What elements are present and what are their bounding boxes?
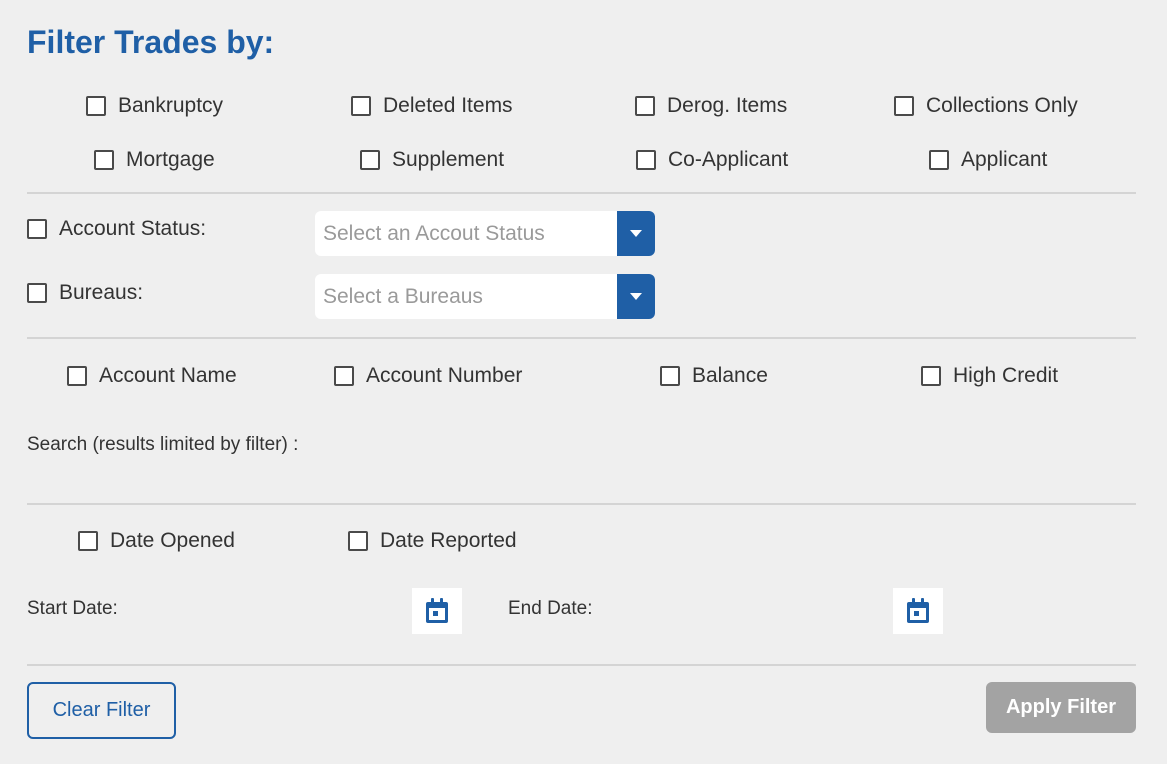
checkbox-mortgage[interactable]: Mortgage [94,146,215,174]
checkbox-date-opened[interactable]: Date Opened [78,527,235,555]
checkbox-collections-only[interactable]: Collections Only [894,92,1078,120]
checkbox-applicant[interactable]: Applicant [929,146,1047,174]
checkbox-label: Account Status: [59,217,207,240]
checkbox-box[interactable] [635,96,655,116]
checkbox-bankruptcy[interactable]: Bankruptcy [86,92,223,120]
checkbox-label: Applicant [961,148,1048,171]
divider [27,503,1136,505]
checkbox-box[interactable] [86,96,106,116]
checkbox-box[interactable] [929,150,949,170]
checkbox-label: Deleted Items [383,94,513,117]
checkbox-balance[interactable]: Balance [660,362,768,390]
checkbox-label: Collections Only [926,94,1078,117]
checkbox-deleted-items[interactable]: Deleted Items [351,92,513,120]
dropdown-arrow[interactable] [617,211,655,256]
checkbox-label: Bankruptcy [118,94,224,117]
checkbox-label: Account Number [366,364,523,387]
divider [27,664,1136,666]
checkbox-bureaus[interactable]: Bureaus: [27,279,143,307]
select-placeholder: Select a Bureaus [323,284,483,308]
checkbox-box[interactable] [660,366,680,386]
checkbox-label: Date Opened [110,529,235,552]
checkbox-label: Date Reported [380,529,517,552]
checkbox-account-number[interactable]: Account Number [334,362,522,390]
chevron-down-icon [630,293,642,300]
checkbox-box[interactable] [360,150,380,170]
checkbox-supplement[interactable]: Supplement [360,146,504,174]
page-title: Filter Trades by: [27,24,275,60]
select-placeholder: Select an Accout Status [323,221,545,245]
checkbox-label: Derog. Items [667,94,788,117]
checkbox-box[interactable] [27,283,47,303]
divider [27,192,1136,194]
checkbox-box[interactable] [348,531,368,551]
account-status-select[interactable]: Select an Accout Status [315,211,655,256]
start-date-calendar-button[interactable] [412,588,462,634]
checkbox-account-status[interactable]: Account Status: [27,215,206,243]
divider [27,337,1136,339]
checkbox-box[interactable] [94,150,114,170]
checkbox-co-applicant[interactable]: Co-Applicant [636,146,788,174]
checkbox-label: Mortgage [126,148,215,171]
checkbox-high-credit[interactable]: High Credit [921,362,1058,390]
checkbox-label: Bureaus: [59,281,144,304]
checkbox-label: Supplement [392,148,505,171]
checkbox-box[interactable] [921,366,941,386]
checkbox-box[interactable] [27,219,47,239]
clear-filter-button[interactable]: Clear Filter [27,682,176,739]
checkbox-derog-items[interactable]: Derog. Items [635,92,787,120]
checkbox-account-name[interactable]: Account Name [67,362,237,390]
checkbox-date-reported[interactable]: Date Reported [348,527,517,555]
end-date-label: End Date: [508,598,593,619]
calendar-icon [907,598,929,623]
checkbox-label: Co-Applicant [668,148,789,171]
checkbox-label: Account Name [99,364,237,387]
chevron-down-icon [630,230,642,237]
checkbox-box[interactable] [334,366,354,386]
checkbox-box[interactable] [636,150,656,170]
checkbox-label: High Credit [953,364,1059,387]
bureaus-select[interactable]: Select a Bureaus [315,274,655,319]
calendar-icon [426,598,448,623]
search-label: Search (results limited by filter) : [27,434,299,455]
checkbox-box[interactable] [78,531,98,551]
end-date-calendar-button[interactable] [893,588,943,634]
start-date-label: Start Date: [27,598,118,619]
apply-filter-button[interactable]: Apply Filter [986,682,1136,733]
checkbox-box[interactable] [67,366,87,386]
checkbox-box[interactable] [894,96,914,116]
checkbox-label: Balance [692,364,768,387]
dropdown-arrow[interactable] [617,274,655,319]
checkbox-box[interactable] [351,96,371,116]
